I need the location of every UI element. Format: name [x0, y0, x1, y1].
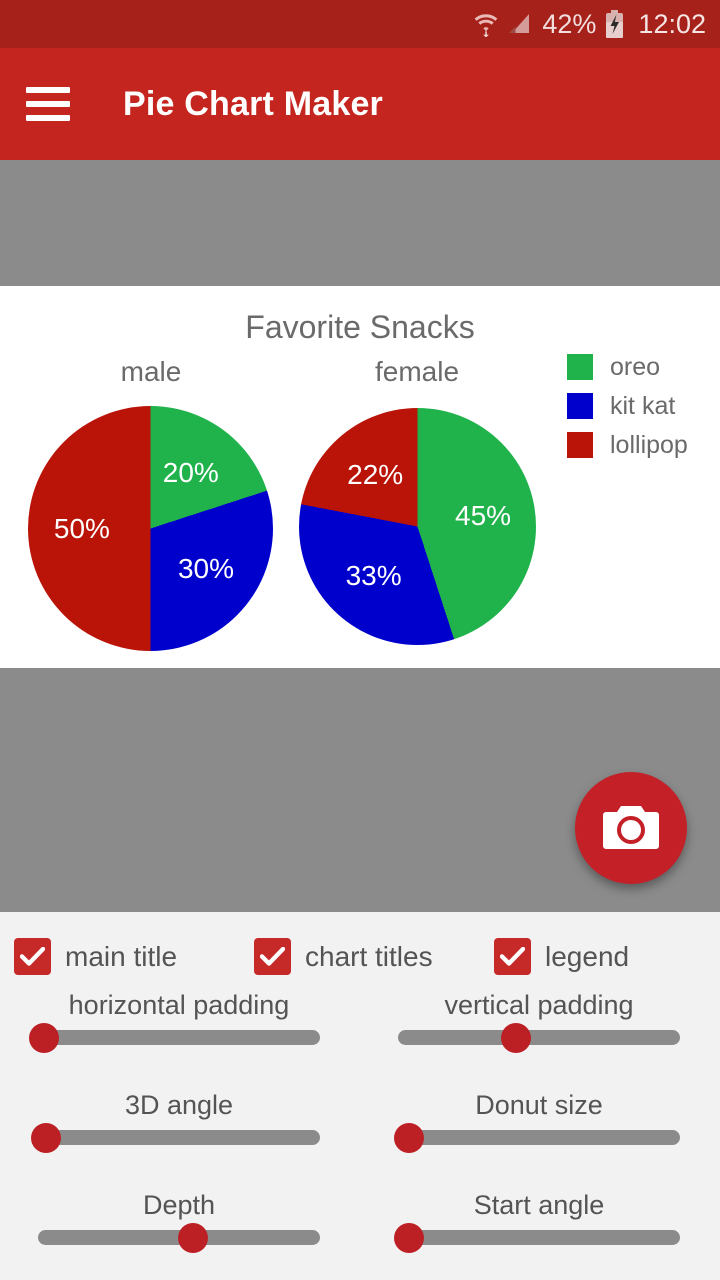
checkbox-row: main title chart titles legend — [0, 930, 720, 992]
slider-thumb[interactable] — [501, 1022, 532, 1053]
battery-percent-label: 42% — [542, 8, 597, 39]
clock-label: 12:02 — [638, 8, 706, 39]
legend-item: lollipop — [567, 432, 688, 458]
pie-chart-male: 20% 30% 50% — [28, 406, 273, 651]
hamburger-bar — [26, 115, 70, 121]
pie-slice-label: 22% — [347, 459, 404, 491]
hamburger-bar — [26, 101, 70, 107]
chart-subtitle-male: male — [120, 356, 182, 387]
hamburger-bar — [26, 87, 70, 93]
status-bar: 42% 12:02 — [0, 0, 720, 48]
controls-panel: main title chart titles legend horizonta… — [0, 912, 720, 1280]
checkbox-legend[interactable]: legend — [494, 938, 629, 975]
slider-label: Donut size — [475, 1090, 603, 1120]
slider-label: Depth — [142, 1190, 216, 1220]
legend-item: kit kat — [567, 393, 688, 419]
slider-label: 3D angle — [124, 1090, 234, 1120]
page-title: Pie Chart Maker — [123, 84, 383, 123]
pie-slice-label: 50% — [53, 512, 110, 544]
pie-slice-label: 45% — [455, 500, 512, 532]
chart-legend: oreo kit kat lollipop — [567, 354, 688, 458]
pie-chart-female: 45% 33% 22% — [299, 408, 536, 645]
legend-swatch-lollipop — [567, 432, 593, 458]
chart-subtitle-female: female — [374, 356, 460, 387]
slider-label: Start angle — [473, 1190, 605, 1220]
legend-swatch-oreo — [567, 354, 593, 380]
slider-donut-size[interactable]: Donut size — [394, 1090, 680, 1153]
checkbox-label: chart titles — [305, 940, 433, 972]
legend-label: kit kat — [610, 391, 676, 420]
slider-thumb[interactable] — [31, 1122, 62, 1153]
slider-thumb[interactable] — [28, 1022, 59, 1053]
app-bar: Pie Chart Maker — [0, 48, 720, 160]
checkbox-label: legend — [545, 940, 630, 972]
check-icon — [20, 946, 45, 966]
slider-thumb[interactable] — [394, 1222, 425, 1253]
checkbox-box[interactable] — [254, 938, 291, 975]
camera-fab-button[interactable] — [575, 772, 687, 884]
status-bar-icons: 42% 12:02 — [474, 10, 706, 38]
checkbox-chart-titles[interactable]: chart titles — [254, 938, 433, 975]
pie-slice-label: 30% — [177, 552, 235, 584]
legend-swatch-kitkat — [567, 393, 593, 419]
chart-main-title: Favorite Snacks — [245, 309, 475, 345]
check-icon — [500, 946, 525, 966]
app-screen: 42% 12:02 Pie Chart Maker Favorite Snack… — [0, 0, 720, 1280]
slider-label: horizontal padding — [68, 990, 290, 1020]
pie-slice-label: 20% — [162, 457, 219, 488]
chart-canvas[interactable]: Favorite Snacks male female 20% 30% 50% 45… — [0, 286, 720, 668]
slider-track[interactable] — [31, 1122, 320, 1153]
slider-label: vertical padding — [444, 990, 634, 1020]
slider-vertical-padding[interactable]: vertical padding — [398, 990, 680, 1053]
slider-start-angle[interactable]: Start angle — [394, 1190, 680, 1253]
slider-horizontal-padding[interactable]: horizontal padding — [28, 990, 320, 1053]
checkbox-box[interactable] — [14, 938, 51, 975]
legend-label: oreo — [610, 352, 661, 381]
checkbox-label: main title — [65, 940, 178, 972]
camera-icon — [601, 803, 661, 853]
slider-track[interactable] — [394, 1222, 680, 1253]
battery-charging-icon — [605, 10, 624, 38]
slider-track[interactable] — [28, 1022, 320, 1053]
canvas-background-top — [0, 160, 720, 286]
checkbox-main-title[interactable]: main title — [14, 938, 177, 975]
slider-track[interactable] — [38, 1222, 320, 1253]
wifi-icon — [474, 11, 498, 37]
legend-label: lollipop — [610, 430, 688, 459]
hamburger-menu-icon[interactable] — [26, 87, 70, 121]
slider-thumb[interactable] — [394, 1122, 425, 1153]
slider-track[interactable] — [398, 1022, 680, 1053]
check-icon — [260, 946, 285, 966]
signal-icon — [507, 12, 533, 36]
slider-depth[interactable]: Depth — [38, 1190, 320, 1253]
checkbox-box[interactable] — [494, 938, 531, 975]
pie-slice-label: 33% — [345, 560, 402, 592]
slider-thumb[interactable] — [178, 1222, 209, 1253]
legend-item: oreo — [567, 354, 688, 380]
slider-3d-angle[interactable]: 3D angle — [31, 1090, 320, 1153]
slider-track[interactable] — [394, 1122, 680, 1153]
